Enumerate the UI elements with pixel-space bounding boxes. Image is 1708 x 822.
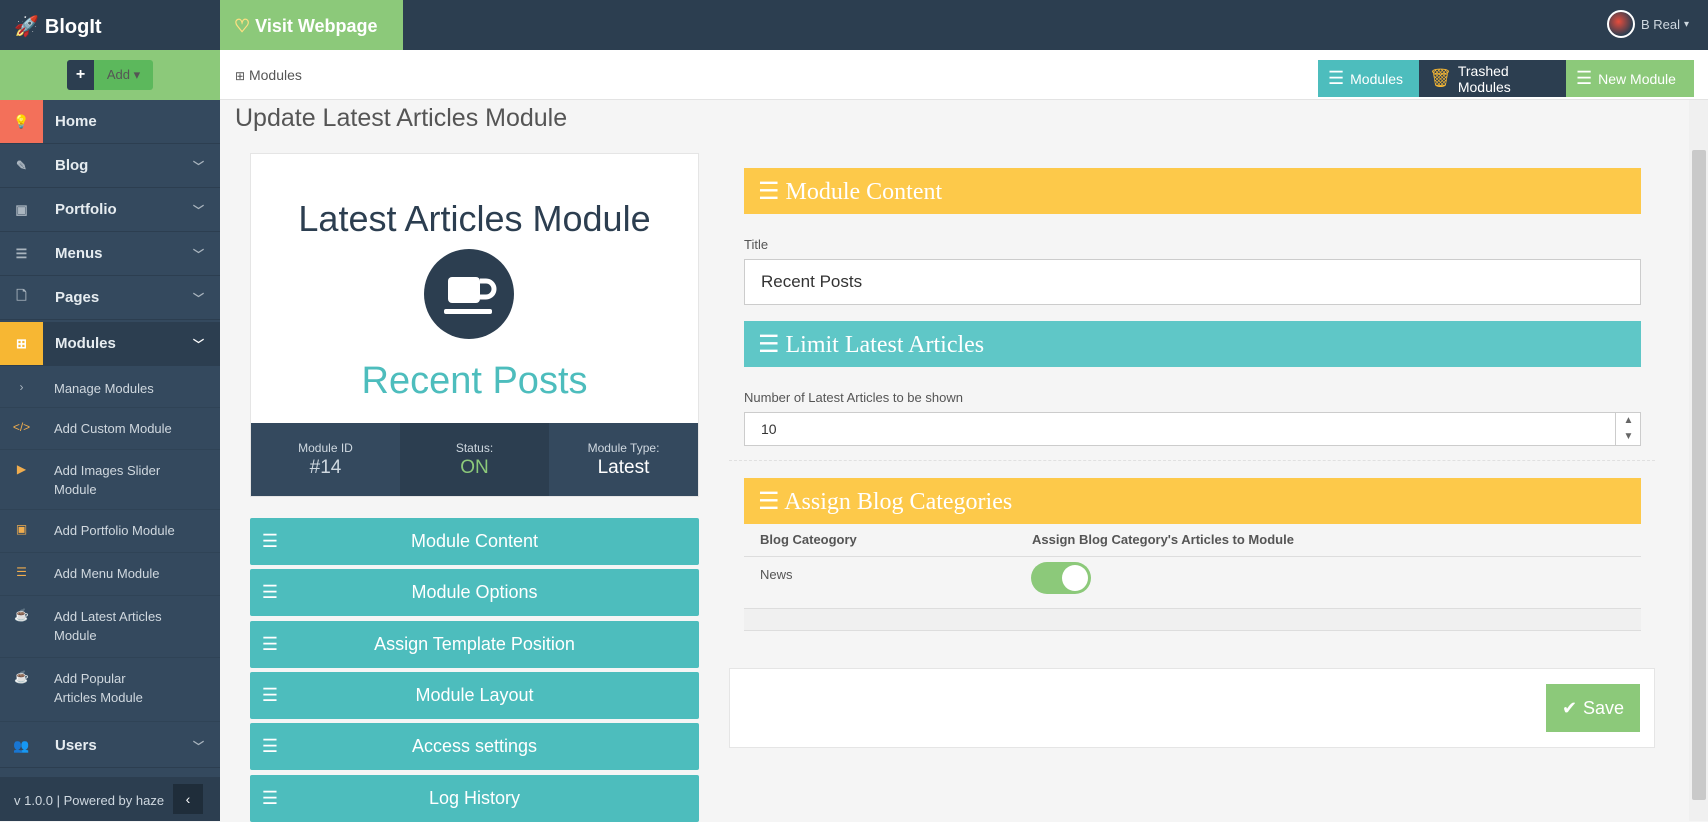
server-icon: ☰ (1328, 68, 1345, 88)
rocket-icon: 🚀 (14, 16, 39, 38)
limit-label: Number of Latest Articles to be shown (744, 390, 963, 405)
scrollbar-thumb[interactable] (1692, 150, 1706, 800)
code-icon: </> (12, 420, 31, 434)
lightbulb-icon: 💡 (0, 100, 43, 143)
coffee-icon: ☕ (14, 670, 29, 684)
number-stepper[interactable]: ▲ ▼ (1615, 413, 1641, 445)
sidebar-sub-add-portfolio[interactable]: ▣ Add Portfolio Module (0, 510, 220, 553)
coffee-icon (424, 249, 514, 339)
heart-icon: ♡ (234, 16, 251, 36)
sidebar-sub-add-custom-module[interactable]: </> Add Custom Module (0, 408, 220, 450)
title-label: Title (744, 237, 769, 252)
plus-icon: + (67, 60, 94, 90)
module-type-stat: Module Type: Latest (549, 423, 698, 496)
sidebar-item-portfolio[interactable]: ▣ Portfolio ﹀ (0, 188, 220, 232)
sidebar-item-home[interactable]: 💡 Home (0, 100, 220, 144)
users-icon: 👥 (13, 737, 30, 753)
chevron-down-icon: ﹀ (193, 161, 204, 173)
accordion-module-layout[interactable]: ☰ Module Layout (250, 672, 699, 719)
coffee-icon: ☕ (14, 608, 29, 622)
user-menu[interactable]: B Real ▾ (1607, 10, 1689, 38)
sidebar-sub-add-popular-articles[interactable]: ☕ Add Popular Articles Module (0, 658, 220, 722)
chevron-down-icon: ﹀ (193, 205, 204, 217)
sitemap-icon: ⊞ (0, 322, 43, 365)
page-title: Update Latest Articles Module (235, 104, 568, 132)
new-module-button[interactable]: ☰ New Module (1566, 60, 1694, 97)
table-row: News (744, 556, 1641, 608)
visit-webpage-button[interactable]: ♡ Visit Webpage (220, 0, 403, 50)
bars-icon: ☰ (261, 736, 279, 756)
sidebar-sub-add-latest-articles[interactable]: ☕ Add Latest Articles Module (0, 596, 220, 658)
stepper-up-icon[interactable]: ▲ (1616, 413, 1641, 429)
youtube-icon: ▶ (16, 462, 27, 476)
sidebar-item-menus[interactable]: ☰ Menus ﹀ (0, 232, 220, 276)
bars-icon: ☰ (758, 489, 780, 515)
trashed-modules-button[interactable]: 🗑 Trashed Modules (1419, 60, 1566, 97)
modules-button[interactable]: ☰ Modules (1318, 60, 1419, 97)
limit-number-input[interactable]: 10 (744, 412, 1641, 446)
briefcase-icon: ▣ (15, 522, 28, 536)
edit-icon: ✎ (16, 157, 27, 173)
assign-categories-header: ☰ Assign Blog Categories (744, 478, 1641, 524)
bars-icon: ☰ (261, 582, 279, 602)
module-card-subtitle: Recent Posts (361, 360, 588, 402)
save-button[interactable]: ✔ Save (1546, 684, 1640, 732)
bars-icon: ☰ (261, 685, 279, 705)
avatar (1607, 10, 1635, 38)
limit-articles-header: ☰ Limit Latest Articles (744, 321, 1641, 367)
accordion-module-content[interactable]: ☰ Module Content (250, 518, 699, 565)
sidebar-item-pages[interactable]: 🗋 Pages ﹀ (0, 276, 220, 320)
bars-icon: ☰ (261, 531, 279, 551)
chevron-down-icon: ﹀ (193, 741, 204, 753)
sidebar-item-modules[interactable]: ⊞ Modules ﹀ (0, 322, 220, 366)
accordion-access-settings[interactable]: ☰ Access settings (250, 723, 699, 770)
module-id-stat: Module ID #14 (251, 423, 400, 496)
stepper-down-icon[interactable]: ▼ (1616, 429, 1641, 445)
list-icon: ☰ (16, 565, 27, 579)
module-content-header: ☰ Module Content (744, 168, 1641, 214)
list-icon: ☰ (15, 245, 28, 261)
sidebar-sub-manage-modules[interactable]: › Manage Modules (0, 368, 220, 408)
add-button[interactable]: + Add ▾ (67, 60, 153, 90)
categories-table: Blog Cateogory Assign Blog Category's Ar… (744, 524, 1641, 631)
column-header: Blog Cateogory (760, 532, 857, 548)
column-header: Assign Blog Category's Articles to Modul… (1032, 532, 1294, 548)
save-panel (729, 668, 1655, 748)
bars-icon: ☰ (261, 788, 279, 808)
server-icon: ☰ (1576, 68, 1593, 88)
category-toggle[interactable] (1031, 562, 1091, 594)
sidebar-item-users[interactable]: 👥 Users ﹀ (0, 724, 220, 768)
check-circle-icon: ✔ (1561, 697, 1578, 718)
divider (729, 460, 1655, 461)
accordion-template-position[interactable]: ☰ Assign Template Position (250, 621, 699, 668)
brand-bar: 🚀 BlogIt (0, 0, 220, 50)
breadcrumb[interactable]: ⊞ Modules (235, 67, 302, 83)
module-card-title: Latest Articles Module (298, 198, 651, 239)
chevron-right-icon: › (19, 380, 24, 394)
app-logo[interactable]: 🚀 BlogIt (14, 14, 102, 39)
collapse-sidebar-button[interactable]: ‹ (173, 784, 203, 814)
category-name: News (760, 566, 793, 582)
briefcase-icon: ▣ (15, 201, 28, 217)
chevron-down-icon: ﹀ (193, 249, 204, 261)
top-bar (220, 0, 1708, 50)
chevron-down-icon: ﹀ (193, 339, 204, 351)
sidebar-sub-add-menu[interactable]: ☰ Add Menu Module (0, 553, 220, 596)
title-input[interactable]: Recent Posts (744, 259, 1641, 305)
accordion-module-options[interactable]: ☰ Module Options (250, 569, 699, 616)
sitemap-icon: ⊞ (235, 69, 246, 83)
caret-down-icon: ▾ (1684, 18, 1690, 30)
accordion-log-history[interactable]: ☰ Log History (250, 775, 699, 822)
chevron-down-icon: ﹀ (193, 293, 204, 305)
file-icon: 🗋 (16, 287, 27, 303)
sidebar-sub-add-images-slider[interactable]: ▶ Add Images Slider Module (0, 450, 220, 510)
bars-icon: ☰ (758, 332, 780, 358)
bars-icon: ☰ (261, 634, 279, 654)
sidebar-item-blog[interactable]: ✎ Blog ﹀ (0, 144, 220, 188)
bars-icon: ☰ (758, 179, 780, 205)
status-stat: Status: ON (400, 423, 549, 496)
trash-icon: 🗑 (1429, 68, 1452, 88)
